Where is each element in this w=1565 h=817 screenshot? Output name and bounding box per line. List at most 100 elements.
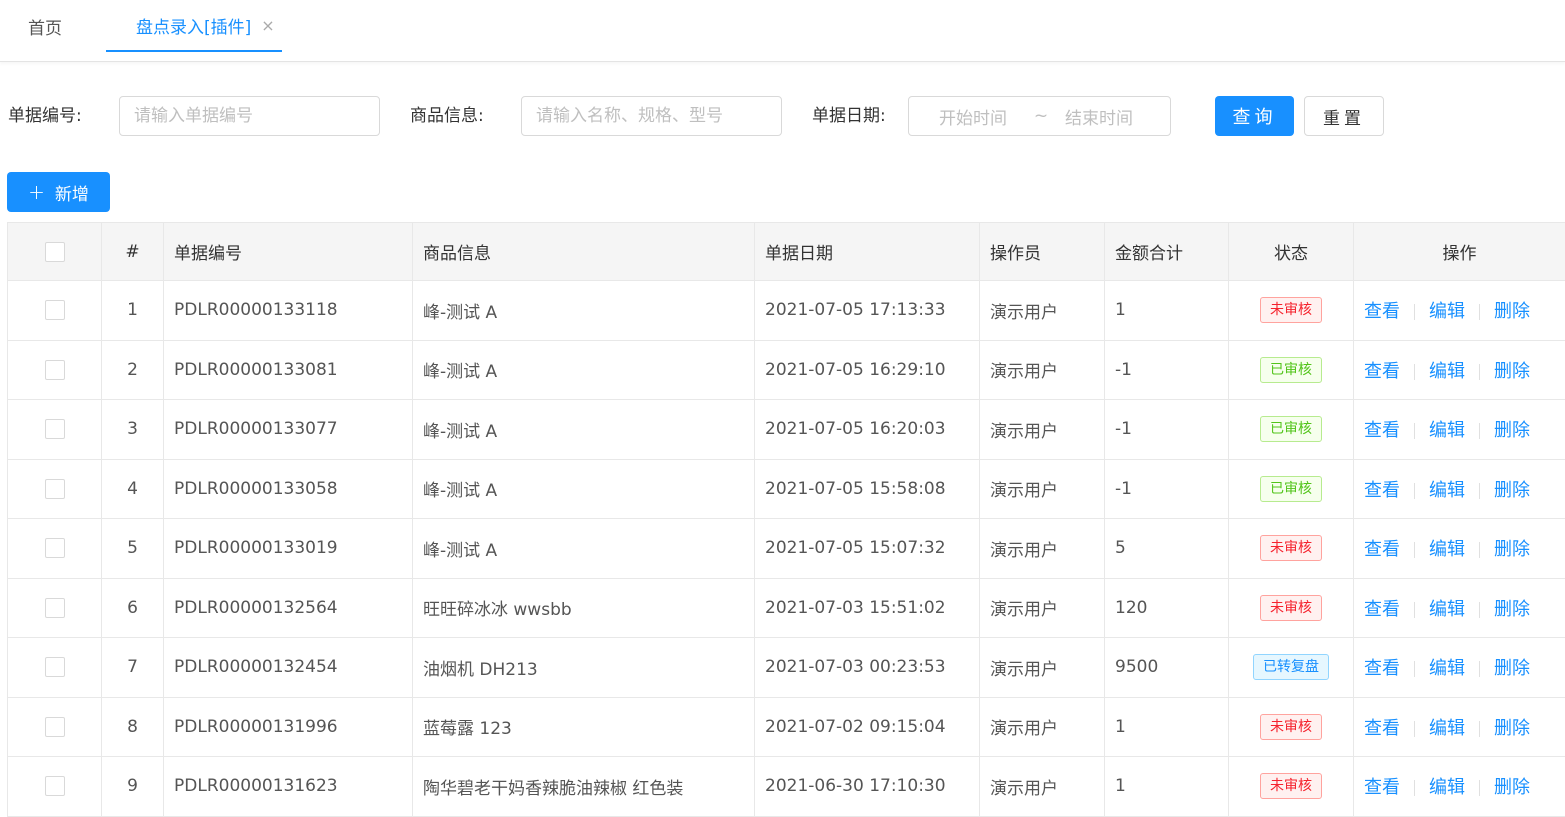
row-checkbox[interactable] <box>45 598 65 618</box>
row-index: 1 <box>102 281 164 341</box>
row-doc-no: PDLR00000133081 <box>164 340 413 400</box>
row-amount: 5 <box>1105 519 1229 579</box>
col-header-operator[interactable]: 操作员 <box>980 223 1105 281</box>
col-header-goods[interactable]: 商品信息 <box>413 223 755 281</box>
row-checkbox[interactable] <box>45 538 65 558</box>
col-header-date[interactable]: 单据日期 <box>755 223 980 281</box>
edit-link[interactable]: 编辑 <box>1429 301 1465 322</box>
delete-link[interactable]: 删除 <box>1494 777 1530 798</box>
row-actions: 查看 编辑 删除 <box>1354 757 1565 817</box>
delete-link[interactable]: 删除 <box>1494 420 1530 441</box>
row-doc-no: PDLR00000133077 <box>164 400 413 460</box>
col-header-doc-no[interactable]: 单据编号 <box>164 223 413 281</box>
tab-bar: 首页 盘点录入[插件] × <box>0 0 1565 62</box>
tab-home[interactable]: 首页 <box>28 0 62 52</box>
row-checkbox[interactable] <box>45 479 65 499</box>
reset-button[interactable]: 重置 <box>1304 96 1384 136</box>
row-actions: 查看 编辑 删除 <box>1354 400 1565 460</box>
goods-input[interactable] <box>521 96 782 136</box>
select-all-checkbox[interactable] <box>45 242 65 262</box>
view-link[interactable]: 查看 <box>1364 301 1400 322</box>
row-status-cell: 未审核 <box>1229 281 1354 341</box>
row-amount: -1 <box>1105 400 1229 460</box>
table-row: 6 PDLR00000132564 旺旺碎冰冰 wwsbb 2021-07-03… <box>8 578 1565 638</box>
view-link[interactable]: 查看 <box>1364 718 1400 739</box>
row-goods: 峰-测试 A <box>413 340 755 400</box>
delete-link[interactable]: 删除 <box>1494 658 1530 679</box>
date-end-input[interactable]: 结束时间 <box>1065 104 1145 129</box>
row-actions: 查看 编辑 删除 <box>1354 638 1565 698</box>
row-select-cell <box>8 340 102 400</box>
edit-link[interactable]: 编辑 <box>1429 718 1465 739</box>
edit-link[interactable]: 编辑 <box>1429 420 1465 441</box>
action-divider <box>1479 721 1480 737</box>
doc-no-label: 单据编号: <box>8 96 82 136</box>
row-operator: 演示用户 <box>980 459 1105 519</box>
edit-link[interactable]: 编辑 <box>1429 599 1465 620</box>
view-link[interactable]: 查看 <box>1364 599 1400 620</box>
query-button[interactable]: 查询 <box>1215 96 1294 136</box>
row-goods: 峰-测试 A <box>413 281 755 341</box>
close-icon[interactable]: × <box>261 16 274 35</box>
edit-link[interactable]: 编辑 <box>1429 361 1465 382</box>
edit-link[interactable]: 编辑 <box>1429 777 1465 798</box>
edit-link[interactable]: 编辑 <box>1429 658 1465 679</box>
row-checkbox[interactable] <box>45 657 65 677</box>
row-date: 2021-07-02 09:15:04 <box>755 697 980 757</box>
status-badge: 未审核 <box>1260 773 1322 799</box>
view-link[interactable]: 查看 <box>1364 658 1400 679</box>
row-status-cell: 已审核 <box>1229 340 1354 400</box>
table-row: 9 PDLR00000131623 陶华碧老干妈香辣脆油辣椒 红色装 2021-… <box>8 757 1565 817</box>
inventory-table: # 单据编号 商品信息 单据日期 操作员 金额合计 状态 操作 1 PDLR00… <box>7 222 1565 817</box>
action-divider <box>1414 780 1415 796</box>
row-actions: 查看 编辑 删除 <box>1354 519 1565 579</box>
view-link[interactable]: 查看 <box>1364 480 1400 501</box>
row-index: 7 <box>102 638 164 698</box>
action-divider <box>1479 661 1480 677</box>
col-header-status[interactable]: 状态 <box>1229 223 1354 281</box>
date-start-input[interactable]: 开始时间 <box>939 104 1019 129</box>
status-badge: 已审核 <box>1260 357 1322 383</box>
table-row: 5 PDLR00000133019 峰-测试 A 2021-07-05 15:0… <box>8 519 1565 579</box>
row-checkbox[interactable] <box>45 360 65 380</box>
edit-link[interactable]: 编辑 <box>1429 539 1465 560</box>
row-checkbox[interactable] <box>45 419 65 439</box>
view-link[interactable]: 查看 <box>1364 361 1400 382</box>
row-status-cell: 已转复盘 <box>1229 638 1354 698</box>
delete-link[interactable]: 删除 <box>1494 718 1530 739</box>
status-badge: 未审核 <box>1260 714 1322 740</box>
action-divider <box>1479 483 1480 499</box>
delete-link[interactable]: 删除 <box>1494 361 1530 382</box>
view-link[interactable]: 查看 <box>1364 777 1400 798</box>
status-badge: 已审核 <box>1260 416 1322 442</box>
add-button[interactable]: + 新增 <box>7 172 110 212</box>
tab-home-label: 首页 <box>28 14 62 39</box>
row-actions: 查看 编辑 删除 <box>1354 281 1565 341</box>
view-link[interactable]: 查看 <box>1364 420 1400 441</box>
date-range-picker[interactable]: 开始时间 ~ 结束时间 <box>908 96 1171 136</box>
row-operator: 演示用户 <box>980 697 1105 757</box>
delete-link[interactable]: 删除 <box>1494 301 1530 322</box>
row-doc-no: PDLR00000132454 <box>164 638 413 698</box>
action-divider <box>1414 721 1415 737</box>
table-row: 1 PDLR00000133118 峰-测试 A 2021-07-05 17:1… <box>8 281 1565 341</box>
row-checkbox[interactable] <box>45 776 65 796</box>
row-amount: 1 <box>1105 281 1229 341</box>
tab-inventory-entry[interactable]: 盘点录入[插件] × <box>106 0 282 52</box>
delete-link[interactable]: 删除 <box>1494 480 1530 501</box>
row-status-cell: 未审核 <box>1229 757 1354 817</box>
view-link[interactable]: 查看 <box>1364 539 1400 560</box>
row-checkbox[interactable] <box>45 300 65 320</box>
delete-link[interactable]: 删除 <box>1494 539 1530 560</box>
doc-no-input[interactable] <box>119 96 380 136</box>
status-badge: 已转复盘 <box>1253 654 1329 680</box>
row-select-cell <box>8 697 102 757</box>
row-operator: 演示用户 <box>980 519 1105 579</box>
delete-link[interactable]: 删除 <box>1494 599 1530 620</box>
row-doc-no: PDLR00000132564 <box>164 578 413 638</box>
action-divider <box>1479 542 1480 558</box>
col-header-amount[interactable]: 金额合计 <box>1105 223 1229 281</box>
edit-link[interactable]: 编辑 <box>1429 480 1465 501</box>
row-checkbox[interactable] <box>45 717 65 737</box>
row-date: 2021-07-05 15:58:08 <box>755 459 980 519</box>
